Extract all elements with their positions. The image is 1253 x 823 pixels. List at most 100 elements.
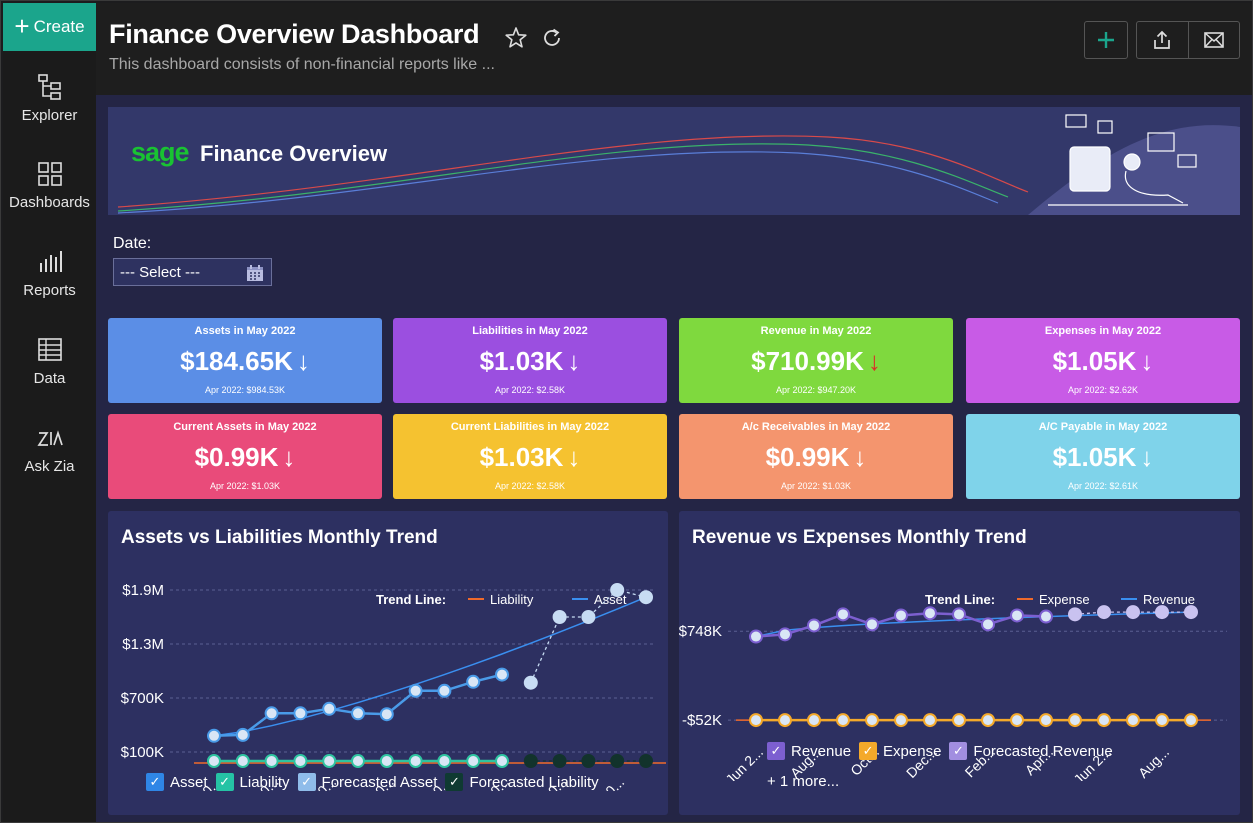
trend-legend-label: Liability xyxy=(490,592,534,607)
sidebar-item-label: Explorer xyxy=(21,107,78,124)
reports-icon xyxy=(39,251,62,272)
kpi-previous: Apr 2022: $1.03K xyxy=(209,481,281,491)
sidebar-item-label: Reports xyxy=(23,282,76,299)
kpi-value: $0.99K ↓ xyxy=(194,442,296,472)
calendar-icon[interactable] xyxy=(245,263,265,283)
trend-line-label: Trend Line: xyxy=(376,592,446,607)
chart-legend: ✓ Asset ✓ Liability ✓ Forecasted Asset ✓ Foreca… xyxy=(146,773,599,791)
data-point xyxy=(379,754,394,768)
star-icon[interactable] xyxy=(503,25,529,51)
refresh-icon[interactable] xyxy=(539,25,565,51)
kpi-title: Revenue in May 2022 xyxy=(760,325,872,337)
data-point xyxy=(437,754,452,768)
kpi-title: A/C Payable in May 2022 xyxy=(1038,421,1168,433)
data-point xyxy=(1010,713,1024,728)
assets-liabilities-chart: Trend Line: Liability Asset $1.9M $1.3M $700K… xyxy=(121,582,666,791)
data-point xyxy=(865,617,879,632)
data-point xyxy=(264,706,279,721)
legend-item[interactable]: ✓ Expense xyxy=(859,742,941,760)
y-tick-label: $748K xyxy=(679,623,722,640)
chart-title: Assets vs Liabilities Monthly Trend xyxy=(121,527,438,548)
kpi-card-liabilities[interactable]: Liabilities in May 2022 $1.03K ↓ Apr 2022… xyxy=(393,318,667,403)
down-arrow-icon: ↓ xyxy=(1140,346,1154,376)
data-point xyxy=(523,675,538,690)
asset-trend-line xyxy=(755,611,1192,638)
kpi-value: $1.03K ↓ xyxy=(479,442,581,472)
sidebar: + Create Explorer Dashboards Reports Dat… xyxy=(3,3,96,822)
kpi-title: A/c Receivables in May 2022 xyxy=(741,421,891,433)
data-point xyxy=(408,754,423,768)
kpi-value: $1.03K ↓ xyxy=(479,346,581,376)
sidebar-item-label: Ask Zia xyxy=(24,458,75,475)
data-point xyxy=(749,713,763,728)
legend-item[interactable]: ✓ Revenue xyxy=(767,742,851,760)
data-point xyxy=(639,754,653,768)
add-widget-button[interactable] xyxy=(1084,21,1128,59)
legend-item[interactable]: ✓ Asset xyxy=(146,773,208,791)
assets-liabilities-chart-panel: Assets vs Liabilities Monthly Trend Tren… xyxy=(108,511,668,815)
down-arrow-icon: ↓ xyxy=(282,442,296,472)
create-button[interactable]: + Create xyxy=(3,3,96,51)
data-point xyxy=(807,713,821,728)
data-point xyxy=(322,754,337,768)
kpi-previous: Apr 2022: $984.53K xyxy=(204,385,286,395)
data-point xyxy=(495,754,509,768)
kpi-value: $184.65K ↓ xyxy=(180,346,310,376)
data-point xyxy=(1039,609,1053,624)
data-point xyxy=(610,754,625,768)
chart-legend: ✓ Revenue ✓ Expense ✓ Forecasted Revenue xyxy=(767,742,1113,760)
data-point xyxy=(207,754,221,768)
date-filter-label: Date: xyxy=(113,235,152,252)
sidebar-item-dashboards[interactable]: Dashboards xyxy=(3,160,96,211)
kpi-title: Expenses in May 2022 xyxy=(1044,325,1162,337)
email-button[interactable] xyxy=(1187,22,1240,58)
legend-label: Liability xyxy=(239,773,290,791)
dashboard-canvas: sage Finance Overview Date: --- Select -… xyxy=(96,95,1252,822)
kpi-card-payable[interactable]: A/C Payable in May 2022 $1.05K ↓ Apr 2022… xyxy=(966,414,1240,499)
kpi-card-current-assets[interactable]: Current Assets in May 2022 $0.99K ↓ Apr 2… xyxy=(108,414,382,499)
down-arrow-icon: ↓ xyxy=(567,442,581,472)
kpi-value: $710.99K ↓ xyxy=(751,346,881,376)
data-point xyxy=(351,706,365,721)
legend-item[interactable]: ✓ Forecasted Asset xyxy=(297,773,437,791)
data-point xyxy=(264,754,279,768)
kpi-card-expenses[interactable]: Expenses in May 2022 $1.05K ↓ Apr 2022: $… xyxy=(966,318,1240,403)
data-point xyxy=(836,607,850,622)
chart-title: Revenue vs Expenses Monthly Trend xyxy=(692,527,1027,548)
sidebar-item-explorer[interactable]: Explorer xyxy=(3,73,96,124)
kpi-title: Liabilities in May 2022 xyxy=(472,325,588,337)
x-tick-label: Aug... xyxy=(1135,744,1172,781)
legend-item[interactable]: ✓ Forecasted Revenue xyxy=(949,742,1113,760)
legend-label: Forecasted Revenue xyxy=(973,742,1113,760)
kpi-card-receivables[interactable]: A/c Receivables in May 2022 $0.99K ↓ Apr … xyxy=(679,414,953,499)
sidebar-item-ask-zia[interactable]: Ask Zia xyxy=(3,424,96,475)
data-point xyxy=(495,667,509,682)
date-filter-select[interactable]: --- Select --- xyxy=(113,258,272,286)
data-point xyxy=(293,754,308,768)
sidebar-item-data[interactable]: Data xyxy=(3,336,96,387)
data-point xyxy=(523,754,538,768)
legend-label: Asset xyxy=(170,773,208,791)
data-point xyxy=(894,608,908,623)
y-tick-label: $700K xyxy=(121,690,164,707)
legend-item[interactable]: ✓ Forecasted Liability xyxy=(445,773,599,791)
kpi-card-assets[interactable]: Assets in May 2022 $184.65K ↓ Apr 2022: $… xyxy=(108,318,382,403)
share-button[interactable] xyxy=(1137,22,1188,58)
checkbox-icon: ✓ xyxy=(297,773,316,791)
sidebar-item-reports[interactable]: Reports xyxy=(3,248,96,299)
kpi-value: $1.05K ↓ xyxy=(1052,346,1154,376)
kpi-card-revenue[interactable]: Revenue in May 2022 $710.99K ↓ Apr 2022: … xyxy=(679,318,953,403)
data-point xyxy=(1039,713,1053,728)
legend-label: Revenue xyxy=(791,742,852,760)
data-point xyxy=(581,610,596,624)
legend-more-link[interactable]: + 1 more... xyxy=(767,773,839,790)
email-icon xyxy=(1203,32,1224,48)
kpi-previous: Apr 2022: $1.03K xyxy=(780,481,852,491)
data-point xyxy=(466,674,481,689)
kpi-previous: Apr 2022: $2.58K xyxy=(494,385,566,395)
legend-item[interactable]: ✓ Liability xyxy=(215,773,290,791)
data-point xyxy=(1126,713,1140,728)
down-arrow-icon: ↓ xyxy=(1140,442,1154,472)
kpi-title: Assets in May 2022 xyxy=(194,325,296,337)
kpi-card-current-liabilities[interactable]: Current Liabilities in May 2022 $1.03K ↓ … xyxy=(393,414,667,499)
